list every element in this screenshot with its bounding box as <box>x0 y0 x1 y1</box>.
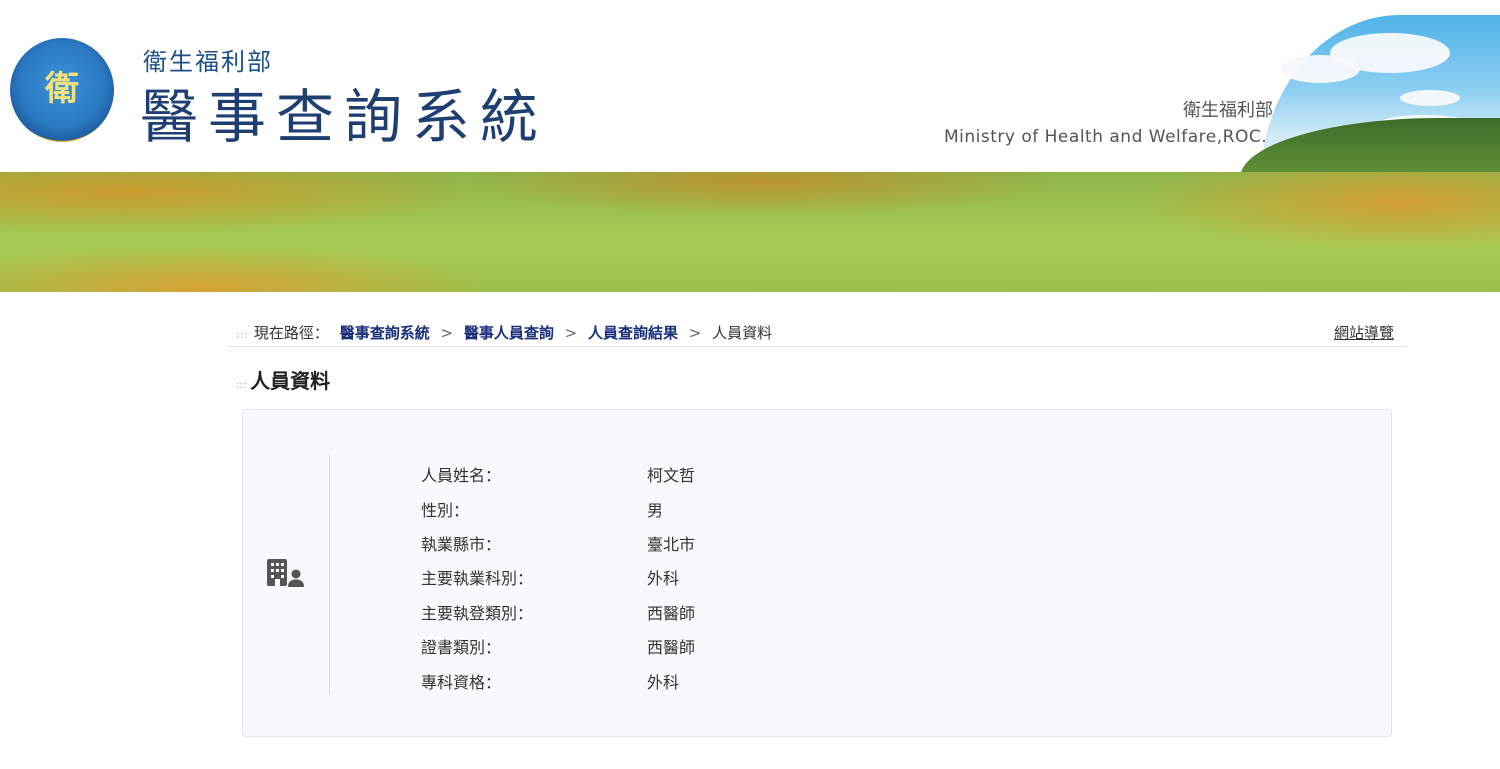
sitemap-link[interactable]: 網站導覽 <box>1334 312 1394 354</box>
info-row-gender: 性別： 男 <box>421 491 695 525</box>
info-value: 西醫師 <box>647 603 696 623</box>
field-image <box>0 172 1500 292</box>
main-content: ::: 現在路徑： 醫事查詢系統 > 醫事人員查詢 > 人員查詢結果 > 人員資… <box>228 312 1406 737</box>
info-row-specialty: 專科資格： 外科 <box>421 663 695 697</box>
info-label: 主要執業科別： <box>421 569 534 589</box>
breadcrumb-marker: ::: <box>236 330 250 341</box>
breadcrumb-current: 人員資料 <box>712 324 773 342</box>
info-value: 臺北市 <box>647 534 696 554</box>
info-value: 男 <box>647 500 664 520</box>
breadcrumb-separator: > <box>440 324 454 342</box>
info-value: 柯文哲 <box>647 466 696 486</box>
breadcrumb-link-results[interactable]: 人員查詢結果 <box>588 324 678 342</box>
building-user-icon <box>267 559 304 587</box>
breadcrumb-link-staff-query[interactable]: 醫事人員查詢 <box>464 324 554 342</box>
breadcrumb-separator: > <box>688 324 702 342</box>
info-label: 人員姓名： <box>421 466 502 486</box>
staff-info-card: 人員姓名： 柯文哲 性別： 男 執業縣市： 臺北市 主要執業科別： 外科 主要執… <box>242 409 1392 737</box>
info-row-name: 人員姓名： 柯文哲 <box>421 457 695 491</box>
info-label: 性別： <box>421 500 470 520</box>
info-label: 執業縣市： <box>421 534 502 554</box>
info-row-certificate-type: 證書類別： 西醫師 <box>421 629 695 663</box>
page-title-text: 人員資料 <box>250 369 331 393</box>
breadcrumb: ::: 現在路徑： 醫事查詢系統 > 醫事人員查詢 > 人員查詢結果 > 人員資… <box>228 312 1406 347</box>
info-value: 外科 <box>647 672 680 692</box>
ministry-name-right-cn: 衛生福利部 <box>1183 100 1273 121</box>
info-label: 證書類別： <box>421 638 502 658</box>
card-divider <box>329 454 330 694</box>
emblem-icon: 衛 <box>45 68 79 109</box>
info-value: 西醫師 <box>647 638 696 658</box>
info-label: 專科資格： <box>421 672 502 692</box>
info-label: 主要執登類別： <box>421 603 534 623</box>
title-marker: ::: <box>236 380 247 391</box>
breadcrumb-link-home[interactable]: 醫事查詢系統 <box>340 324 430 342</box>
ministry-logo[interactable]: 衛 <box>10 38 114 142</box>
header-banner: 衛 衛生福利部 醫事查詢系統 衛生福利部 Ministry of Health … <box>0 0 1500 292</box>
breadcrumb-separator: > <box>564 324 578 342</box>
info-row-city: 執業縣市： 臺北市 <box>421 526 695 560</box>
breadcrumb-label: 現在路徑： <box>253 324 329 342</box>
ministry-name-right-en: Ministry of Health and Welfare,ROC. <box>944 127 1268 147</box>
info-row-department: 主要執業科別： 外科 <box>421 560 695 594</box>
page-title: ::: 人員資料 <box>236 365 1406 394</box>
info-value: 外科 <box>647 569 680 589</box>
staff-info-table: 人員姓名： 柯文哲 性別： 男 執業縣市： 臺北市 主要執業科別： 外科 主要執… <box>421 457 695 698</box>
info-row-registration-type: 主要執登類別： 西醫師 <box>421 595 695 629</box>
system-title[interactable]: 醫事查詢系統 <box>140 70 548 154</box>
